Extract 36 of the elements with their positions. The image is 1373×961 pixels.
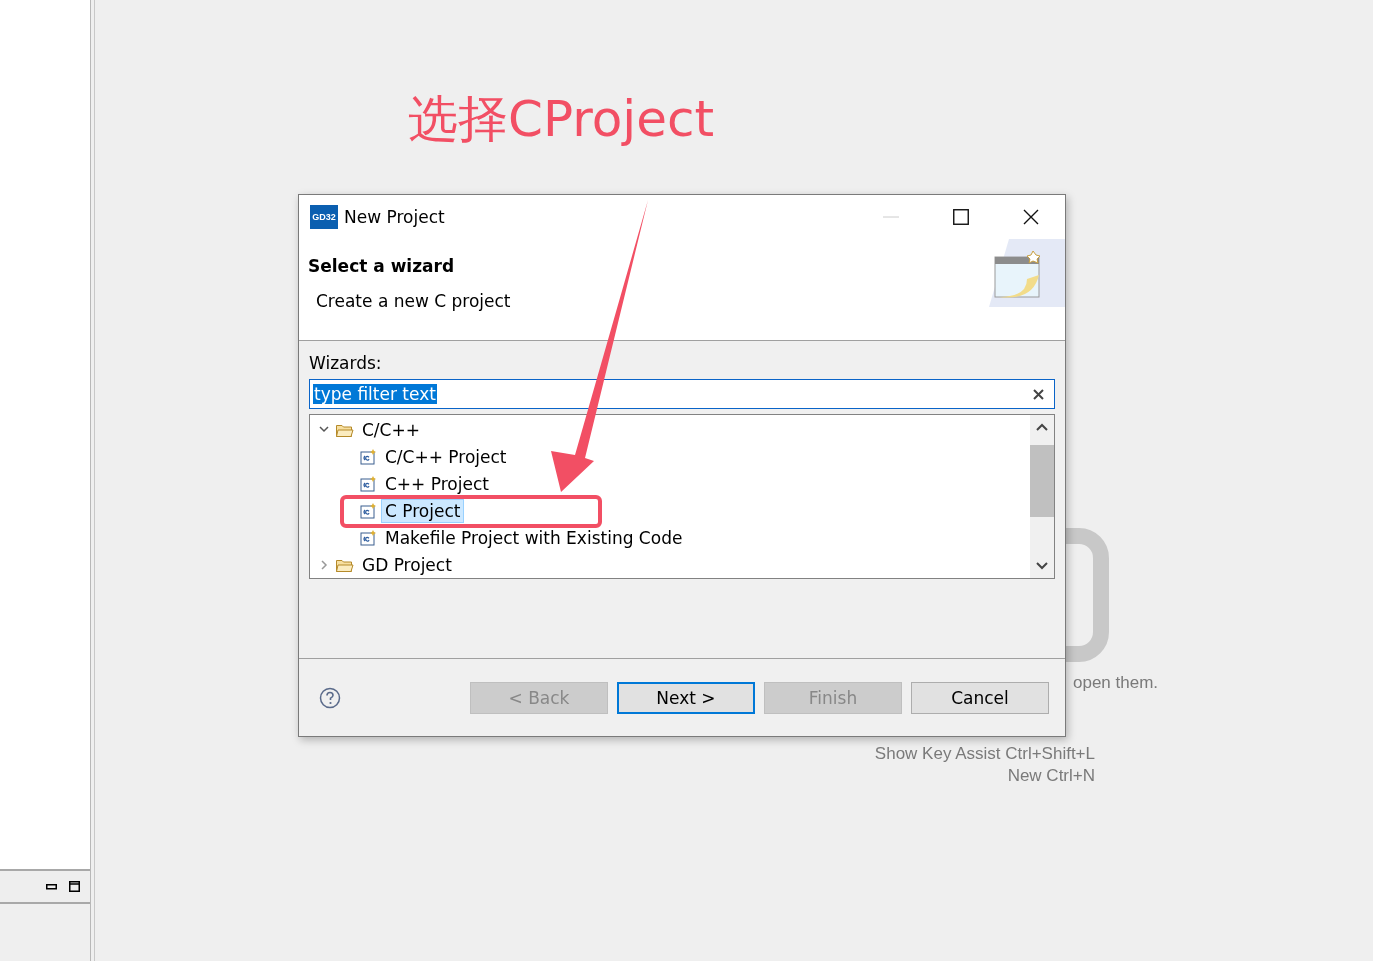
app-logo: GD32 [310,205,338,229]
folder-icon [336,557,354,572]
wizard-item[interactable]: C/C++ Project [381,444,511,469]
scroll-down-icon[interactable] [1036,562,1048,570]
dialog-button[interactable]: Cancel [911,681,1049,714]
minimize-icon[interactable] [46,883,57,890]
folder-item[interactable]: C/C++ [358,417,424,442]
maximize-icon[interactable] [69,881,80,892]
project-icon [360,529,377,546]
project-icon [360,502,377,519]
chevron-down-icon[interactable] [319,426,329,433]
wizard-item[interactable]: C++ Project [381,471,493,496]
wizards-label: Wizards: [309,353,383,373]
maximize-button[interactable] [953,209,969,225]
scroll-thumb[interactable] [1030,445,1054,517]
scroll-up-icon[interactable] [1036,423,1048,431]
wizard-item[interactable]: Makefile Project with Existing Code [381,525,687,550]
project-icon [360,448,377,465]
filter-field[interactable]: type filter text [309,379,1055,409]
shortcut-hint: New Ctrl+N [1007,766,1095,786]
wizard-description: Create a new C project [315,291,511,311]
clear-icon[interactable] [1033,388,1044,400]
wizard-heading: Select a wizard [308,256,456,276]
close-button[interactable] [1023,209,1039,225]
annotation-text: 选择CProject [408,89,714,150]
folder-item[interactable]: GD Project [358,552,456,577]
dialog-button[interactable]: Next > [617,681,755,714]
folder-icon [336,422,354,437]
shortcut-hint: Show Key Assist Ctrl+Shift+L [874,744,1095,764]
window-title: New Project [344,207,445,227]
help-icon[interactable] [319,686,341,709]
wizard-item[interactable]: C Project [381,498,465,523]
hint-text: open them. [1073,673,1159,693]
chevron-right-icon[interactable] [320,559,328,570]
scrollbar[interactable] [1030,415,1054,578]
project-icon [360,475,377,492]
